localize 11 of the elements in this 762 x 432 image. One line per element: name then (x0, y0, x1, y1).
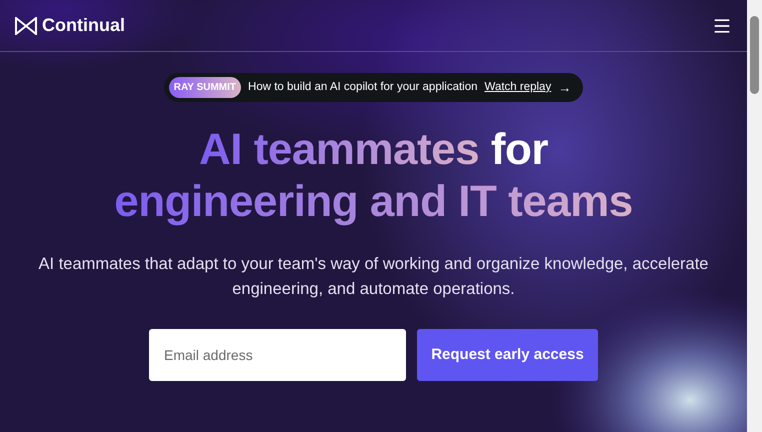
event-badge: RAY SUMMIT (168, 77, 242, 98)
logo-icon (15, 16, 37, 34)
subtitle: AI teammates that adapt to your team's way of working and organize knowledge, accelerate engineering, and automate operations. (38, 254, 710, 300)
watch-replay-link[interactable]: Watch replay (484, 78, 552, 96)
scrollbar[interactable] (747, 0, 762, 432)
arrow-icon: → (558, 78, 572, 98)
request-access-button[interactable]: Request early access (417, 329, 598, 381)
logo-text: Continual (42, 14, 125, 37)
announcement-text: How to build an AI copilot for your application (248, 80, 478, 95)
headline: AI teammates for engineering and IT teams (114, 124, 633, 228)
email-field[interactable]: Email address (149, 329, 406, 381)
